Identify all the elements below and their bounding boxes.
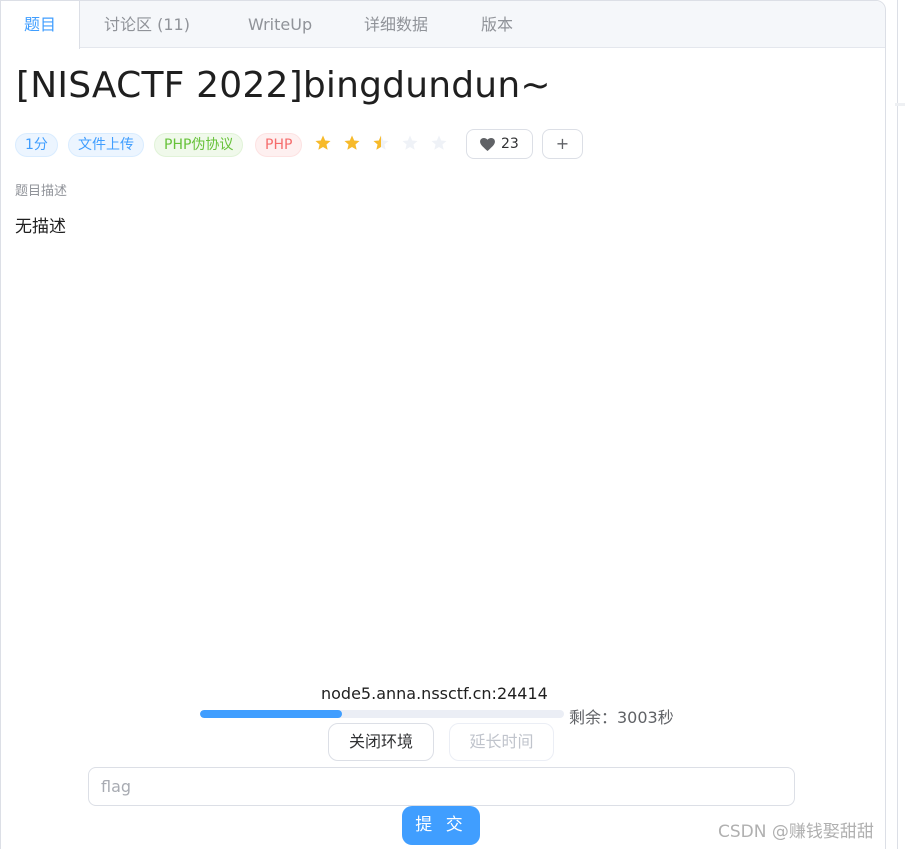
- star-icon[interactable]: [401, 134, 419, 152]
- flag-input[interactable]: [88, 767, 795, 806]
- star-icon[interactable]: [372, 134, 390, 152]
- star-icon[interactable]: [430, 134, 448, 152]
- submit-button[interactable]: 提 交: [402, 806, 480, 845]
- extend-time-button[interactable]: 延长时间: [449, 723, 554, 761]
- tab-version[interactable]: 版本: [481, 1, 513, 48]
- tag-php[interactable]: PHP: [255, 133, 303, 157]
- tab-discussion[interactable]: 讨论区 (11): [104, 1, 190, 48]
- description-label: 题目描述: [15, 184, 68, 199]
- right-divider: [897, 0, 898, 849]
- heart-icon: [480, 138, 495, 151]
- page: 题目 讨论区 (11) WriteUp 详细数据 版本 [NISACTF 202…: [0, 0, 905, 849]
- problem-title: [NISACTF 2022]bingdundun~: [16, 65, 551, 106]
- tab-details[interactable]: 详细数据: [364, 1, 428, 48]
- tab-bar: 题目 讨论区 (11) WriteUp 详细数据 版本: [1, 1, 885, 49]
- star-icon[interactable]: [343, 134, 361, 152]
- remaining-time-progress-fill: [200, 710, 342, 718]
- tab-writeup[interactable]: WriteUp: [248, 1, 312, 48]
- remaining-time-progress: [200, 710, 564, 718]
- right-edge: [886, 0, 905, 849]
- description-text: 无描述: [15, 217, 66, 237]
- tab-problem[interactable]: 题目: [1, 1, 80, 49]
- remaining-time-text: 剩余：3003秒: [569, 708, 674, 727]
- problem-panel: 题目 讨论区 (11) WriteUp 详细数据 版本 [NISACTF 202…: [0, 0, 886, 849]
- tag-php-wrapper[interactable]: PHP伪协议: [154, 133, 244, 157]
- watermark: CSDN @赚钱娶甜甜: [718, 822, 874, 842]
- tag-file-upload[interactable]: 文件上传: [68, 133, 144, 157]
- star-icon[interactable]: [314, 134, 332, 152]
- close-environment-button[interactable]: 关闭环境: [328, 723, 434, 761]
- like-count: 23: [501, 136, 519, 152]
- right-panel-edge: [895, 103, 905, 106]
- environment-address[interactable]: node5.anna.nssctf.cn:24414: [321, 684, 548, 703]
- tag-score: 1分: [15, 133, 58, 157]
- like-button[interactable]: 23: [466, 129, 533, 159]
- add-button[interactable]: +: [542, 129, 583, 159]
